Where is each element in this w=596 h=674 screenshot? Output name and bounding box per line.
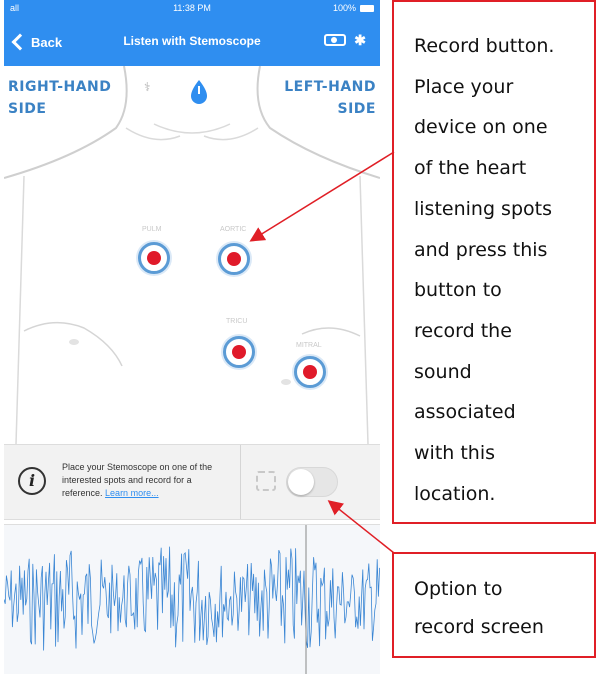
page-title: Listen with Stemoscope: [123, 34, 261, 48]
battery-icon: [360, 5, 374, 12]
spot-label-mitral: MITRAL: [296, 342, 322, 349]
battery-percent: 100%: [332, 3, 356, 13]
record-spot-mitral[interactable]: [294, 356, 326, 388]
record-spot-aortic[interactable]: [218, 243, 250, 275]
nav-bar: Back Listen with Stemoscope ✱: [4, 18, 380, 66]
audio-waveform: [4, 524, 380, 674]
spot-label-aortic: AORTIC: [220, 226, 247, 233]
stethoscope-icon: ⚕: [144, 80, 151, 94]
callout-line: sound: [414, 360, 472, 383]
callout-line: with this: [414, 442, 496, 465]
right-hand-label-line1: RIGHT-HAND: [8, 79, 112, 95]
status-bar: all 11:38 PM 100%: [4, 0, 380, 18]
record-screen-toggle[interactable]: [286, 467, 338, 497]
left-hand-label-line2: SIDE: [337, 101, 376, 117]
learn-more-link[interactable]: Learn more...: [105, 488, 159, 498]
callout-line: Option to: [414, 578, 503, 600]
body-diagram: RIGHT-HAND SIDE LEFT-HAND SIDE ⚕ PULM AO…: [4, 66, 380, 444]
callout-line: listening spots: [414, 197, 552, 220]
toggle-knob: [288, 469, 314, 495]
callout-line: location.: [414, 482, 496, 505]
callout-line: device on one: [414, 116, 548, 139]
record-button-callout: Record button. Place your device on one …: [392, 0, 596, 524]
info-message: Place your Stemoscope on one of the inte…: [62, 461, 232, 500]
callout-line: Record button.: [414, 35, 555, 57]
waveform-line: [4, 546, 380, 651]
camera-icon[interactable]: [324, 34, 347, 46]
bluetooth-icon[interactable]: ✱: [354, 33, 366, 47]
torso-outline: [4, 66, 380, 444]
right-hand-side-label: RIGHT-HAND SIDE: [8, 76, 111, 120]
status-time: 11:38 PM: [173, 3, 211, 13]
nav-actions: ✱: [324, 33, 366, 47]
back-label: Back: [31, 34, 63, 50]
callout-line: button to: [414, 279, 502, 302]
info-icon[interactable]: i: [18, 467, 46, 495]
phone-screen: all 11:38 PM 100% Back Listen with Stemo…: [4, 0, 380, 674]
record-spot-pulm[interactable]: [138, 242, 170, 274]
callout-line: Place your: [414, 75, 514, 98]
divider: [240, 445, 241, 519]
left-hand-label-line1: LEFT-HAND: [284, 79, 376, 95]
record-screen-callout: Option to record screen: [392, 552, 596, 658]
left-hand-side-label: LEFT-HAND SIDE: [284, 76, 376, 120]
callout-line: record screen: [414, 616, 544, 638]
info-bar: i Place your Stemoscope on one of the in…: [4, 444, 380, 520]
spot-label-pulm: PULM: [142, 226, 162, 233]
callout-line: associated: [414, 401, 516, 424]
callout-line: and press this: [414, 238, 548, 261]
record-screen-icon: [256, 471, 276, 491]
spot-label-tricu: TRICU: [226, 318, 248, 325]
waveform-graph: [4, 525, 380, 674]
stethoscope-drop-icon[interactable]: [188, 78, 210, 106]
chevron-left-icon: [11, 33, 29, 51]
callout-line: record the: [414, 319, 512, 342]
right-hand-label-line2: SIDE: [8, 101, 47, 117]
callout-line: of the heart: [414, 157, 527, 180]
record-spot-tricu[interactable]: [223, 336, 255, 368]
back-button[interactable]: Back: [11, 31, 63, 53]
